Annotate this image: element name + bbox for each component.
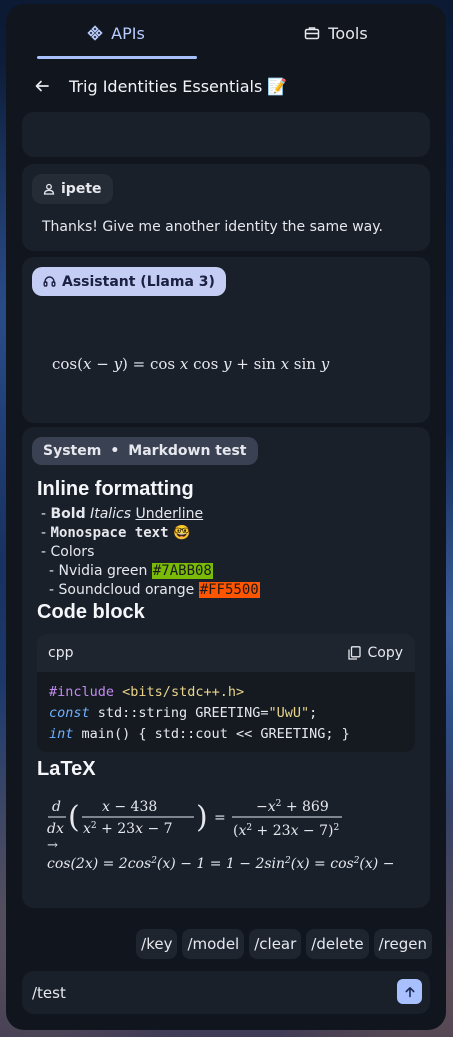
headset-icon: [43, 276, 56, 287]
list-item-colors: - Colors: [41, 544, 95, 560]
user-message-card: ipete Thanks! Give me another identity t…: [22, 164, 430, 251]
code-block: cpp Copy #include <bits/stdc++.h> const …: [37, 634, 415, 752]
underline-text: Underline: [135, 506, 204, 522]
svg-text:−x2 + 869: −x2 + 869: [256, 799, 329, 815]
command-buttons: /key /model /clear /delete /regen: [136, 929, 432, 959]
svg-text:d: d: [52, 799, 61, 815]
nvidia-label: Nvidia green: [58, 563, 148, 579]
code-content: #include <bits/stdc++.h> const std::stri…: [37, 672, 415, 752]
user-author-chip: ipete: [32, 174, 113, 204]
conversation-header: Trig Identities Essentials 📝: [6, 66, 446, 106]
chat-panel: APIs Tools Trig Identities Essentials 📝: [6, 4, 446, 1030]
nvidia-hex-swatch: #7ABB08: [151, 563, 213, 579]
list-item-nvidia: - Nvidia green #7ABB08: [49, 563, 213, 579]
svg-text:cos(2x) = 2cos2(x) − 1 = 1 − 2: cos(2x) = 2cos2(x) − 1 = 1 − 2sin2(x) = …: [47, 856, 394, 872]
soundcloud-hex-swatch: #FF5500: [198, 582, 260, 598]
italic-text: Italics: [90, 506, 132, 522]
inline-formatting-list: - Bold Italics Underline - Monospace tex…: [41, 505, 421, 600]
assistant-author-chip: Assistant (Llama 3): [32, 267, 226, 296]
command-delete-button[interactable]: /delete: [306, 929, 369, 959]
tab-tools[interactable]: Tools: [226, 4, 446, 62]
svg-text:x − 438: x − 438: [102, 799, 157, 815]
user-author-name: ipete: [61, 181, 102, 197]
assistant-message-card: Assistant (Llama 3) cos(x − y) = cos x c…: [22, 257, 430, 423]
svg-text:): ): [196, 800, 208, 835]
monospace-text: Monospace text: [50, 525, 169, 541]
user-icon: [43, 183, 55, 195]
svg-text:=: =: [214, 810, 226, 826]
code-line-1: #include <bits/stdc++.h>: [49, 684, 245, 700]
user-message-text: Thanks! Give me another identity the sam…: [42, 219, 383, 235]
copy-label: Copy: [367, 645, 403, 661]
toolbox-icon: [305, 27, 320, 40]
copy-icon: [348, 646, 362, 660]
list-item-soundcloud: - Soundcloud orange #FF5500: [49, 582, 260, 598]
command-regen-button[interactable]: /regen: [373, 929, 432, 959]
system-tag: Markdown test: [128, 443, 247, 459]
system-message-card: System • Markdown test Inline formatting…: [22, 427, 430, 908]
system-author-name: System: [43, 443, 102, 459]
tab-apis[interactable]: APIs: [6, 4, 226, 62]
copy-button[interactable]: Copy: [348, 645, 403, 661]
svg-text:(: (: [68, 800, 80, 835]
message-input[interactable]: /test: [22, 971, 430, 1014]
colors-label: Colors: [50, 544, 95, 560]
bold-text: Bold: [50, 506, 86, 522]
svg-text:x2 + 23x − 7: x2 + 23x − 7: [83, 821, 173, 837]
assistant-identity-formula: cos(x − y) = cos x cos y + sin x sin y: [52, 355, 330, 373]
conversation-title: Trig Identities Essentials 📝: [69, 76, 288, 96]
arrow-up-icon: [405, 986, 414, 997]
separator-dot: •: [110, 443, 120, 459]
message-input-value: /test: [32, 983, 66, 1002]
latex-cos-double-angle: → cos(2x) = 2cos2(x) − 1 = 1 − 2sin2(x) …: [47, 838, 394, 872]
command-clear-button[interactable]: /clear: [249, 929, 302, 959]
code-language: cpp: [48, 645, 74, 661]
list-item-monospace: - Monospace text 🤓: [41, 525, 191, 541]
send-button[interactable]: [397, 979, 422, 1004]
command-key-button[interactable]: /key: [136, 929, 178, 959]
heading-latex: LaTeX: [37, 758, 96, 780]
svg-text:dx: dx: [47, 821, 64, 837]
command-model-button[interactable]: /model: [182, 929, 245, 959]
code-block-header: cpp Copy: [37, 634, 415, 672]
code-line-3: int main() { std::cout << GREETING; }: [49, 726, 350, 742]
nerd-emoji: 🤓: [172, 525, 191, 541]
svg-text:→: →: [47, 838, 58, 853]
previous-message-card: [22, 112, 430, 157]
assistant-author-name: Assistant (Llama 3): [62, 273, 215, 290]
system-author-chip: System • Markdown test: [32, 437, 258, 465]
tab-apis-label: APIs: [111, 23, 145, 43]
back-arrow-icon[interactable]: [34, 78, 50, 94]
soundcloud-label: Soundcloud orange: [58, 582, 195, 598]
tab-tools-label: Tools: [328, 23, 368, 43]
api-icon: [87, 25, 103, 41]
tab-bar: APIs Tools: [6, 4, 446, 62]
heading-inline-formatting: Inline formatting: [37, 478, 194, 500]
code-line-2: const std::string GREETING="UwU";: [49, 705, 318, 721]
heading-code-block: Code block: [37, 601, 145, 623]
list-item-styles: - Bold Italics Underline: [41, 506, 204, 522]
